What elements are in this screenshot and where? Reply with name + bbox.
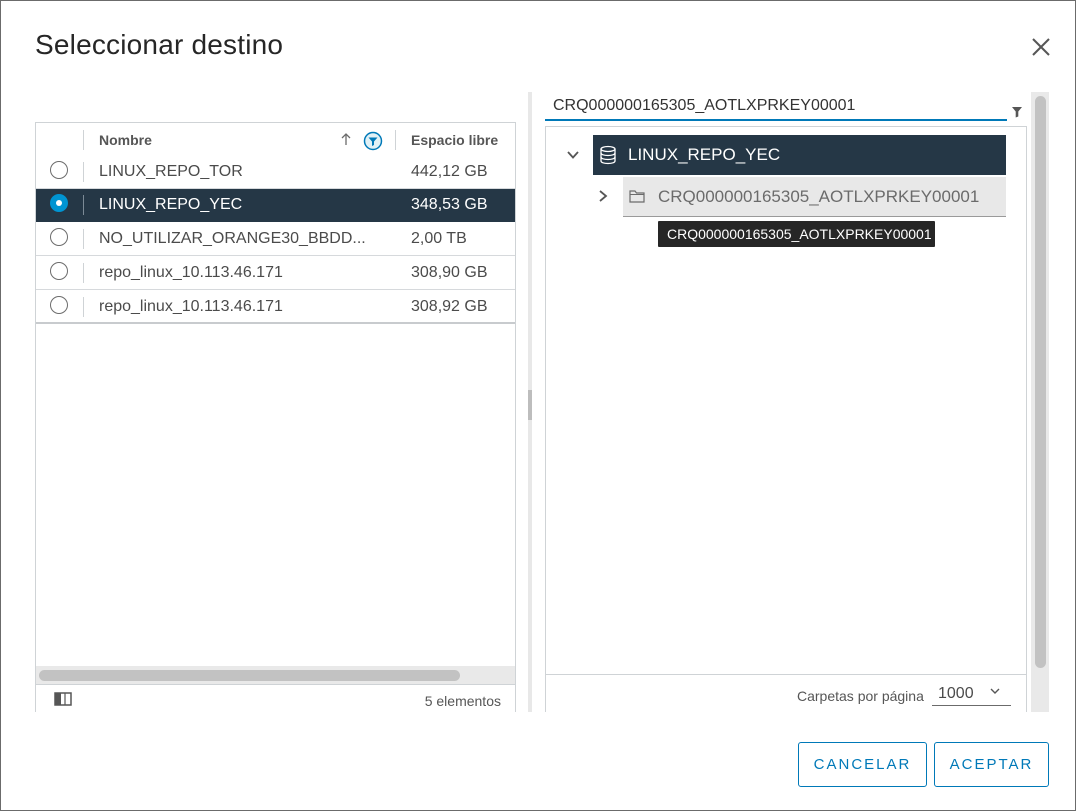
column-header-name[interactable]: Nombre — [99, 132, 152, 148]
dialog-title: Seleccionar destino — [35, 29, 284, 60]
folder-tree: LINUX_REPO_YEC CRQ000000165305_AOTLXPRKE… — [545, 126, 1027, 714]
column-separator — [83, 130, 84, 150]
accept-button[interactable]: ACEPTAR — [934, 742, 1049, 787]
cancel-button[interactable]: CANCELAR — [798, 742, 927, 787]
folders-per-page-select[interactable]: 1000 — [932, 683, 1011, 706]
row-separator — [83, 229, 84, 249]
select-destination-dialog: Seleccionar destino Nombre Espacio libre… — [0, 0, 1076, 811]
cell-name: NO_UTILIZAR_ORANGE30_BBDD... — [99, 230, 366, 247]
table-row-selected[interactable]: LINUX_REPO_YEC 348,53 GB — [36, 189, 515, 222]
cell-free-space: 442,12 GB — [411, 163, 488, 180]
row-separator — [83, 195, 84, 215]
item-count: 5 elementos — [424, 693, 501, 709]
cell-name: repo_linux_10.113.46.171 — [99, 298, 283, 315]
tree-node-label: LINUX_REPO_YEC — [628, 145, 781, 164]
filter-icon[interactable] — [1011, 106, 1023, 118]
tree-node-folder[interactable]: CRQ000000165305_AOTLXPRKEY00001 — [623, 177, 1006, 217]
per-page-value: 1000 — [938, 685, 974, 702]
table-row[interactable]: repo_linux_10.113.46.171 308,90 GB — [36, 257, 515, 290]
row-radio[interactable] — [50, 161, 68, 179]
chevron-down-icon — [990, 688, 1000, 694]
grid-header: Nombre Espacio libre — [36, 123, 515, 157]
tree-footer: Carpetas por página 1000 — [546, 674, 1026, 714]
folder-icon — [629, 190, 645, 203]
cell-free-space: 2,00 TB — [411, 230, 467, 247]
cell-free-space: 308,92 GB — [411, 298, 488, 315]
cell-free-space: 308,90 GB — [411, 264, 488, 281]
row-radio-checked[interactable] — [50, 194, 68, 212]
datastore-grid: Nombre Espacio libre LINUX_REPO_TOR 442,… — [35, 122, 516, 714]
table-row[interactable]: NO_UTILIZAR_ORANGE30_BBDD... 2,00 TB — [36, 223, 515, 256]
column-header-free-space[interactable]: Espacio libre — [411, 132, 498, 148]
horizontal-scrollbar[interactable] — [36, 666, 515, 684]
table-row[interactable]: repo_linux_10.113.46.171 308,92 GB — [36, 291, 515, 324]
folder-search-input[interactable] — [545, 93, 1007, 121]
table-row[interactable]: LINUX_REPO_TOR 442,12 GB — [36, 156, 515, 189]
row-radio[interactable] — [50, 262, 68, 280]
datastore-icon — [600, 145, 616, 165]
arrow-up-icon[interactable] — [339, 131, 353, 147]
tree-node-datastore[interactable]: LINUX_REPO_YEC — [593, 135, 1006, 175]
splitter-handle[interactable] — [528, 390, 532, 420]
column-toggle-icon[interactable] — [54, 692, 72, 706]
row-separator — [83, 297, 84, 317]
cell-free-space: 348,53 GB — [411, 196, 488, 213]
row-separator — [83, 162, 84, 182]
column-separator — [395, 130, 396, 150]
cell-name: LINUX_REPO_TOR — [99, 163, 243, 180]
close-icon[interactable] — [1027, 33, 1055, 61]
row-separator — [83, 263, 84, 283]
tree-node-label: CRQ000000165305_AOTLXPRKEY00001 — [658, 187, 980, 206]
filter-active-icon[interactable] — [363, 131, 383, 151]
row-radio[interactable] — [50, 228, 68, 246]
tooltip: CRQ000000165305_AOTLXPRKEY00001 — [658, 221, 935, 247]
chevron-right-icon[interactable] — [596, 189, 610, 203]
cell-name: repo_linux_10.113.46.171 — [99, 264, 283, 281]
chevron-down-icon[interactable] — [566, 148, 580, 162]
horizontal-scrollbar-thumb[interactable] — [39, 670, 460, 681]
folders-per-page-label: Carpetas por página — [797, 688, 924, 704]
grid-footer: 5 elementos — [36, 684, 515, 714]
cell-name: LINUX_REPO_YEC — [99, 196, 243, 213]
vertical-scrollbar-thumb[interactable] — [1035, 96, 1046, 668]
row-radio[interactable] — [50, 296, 68, 314]
